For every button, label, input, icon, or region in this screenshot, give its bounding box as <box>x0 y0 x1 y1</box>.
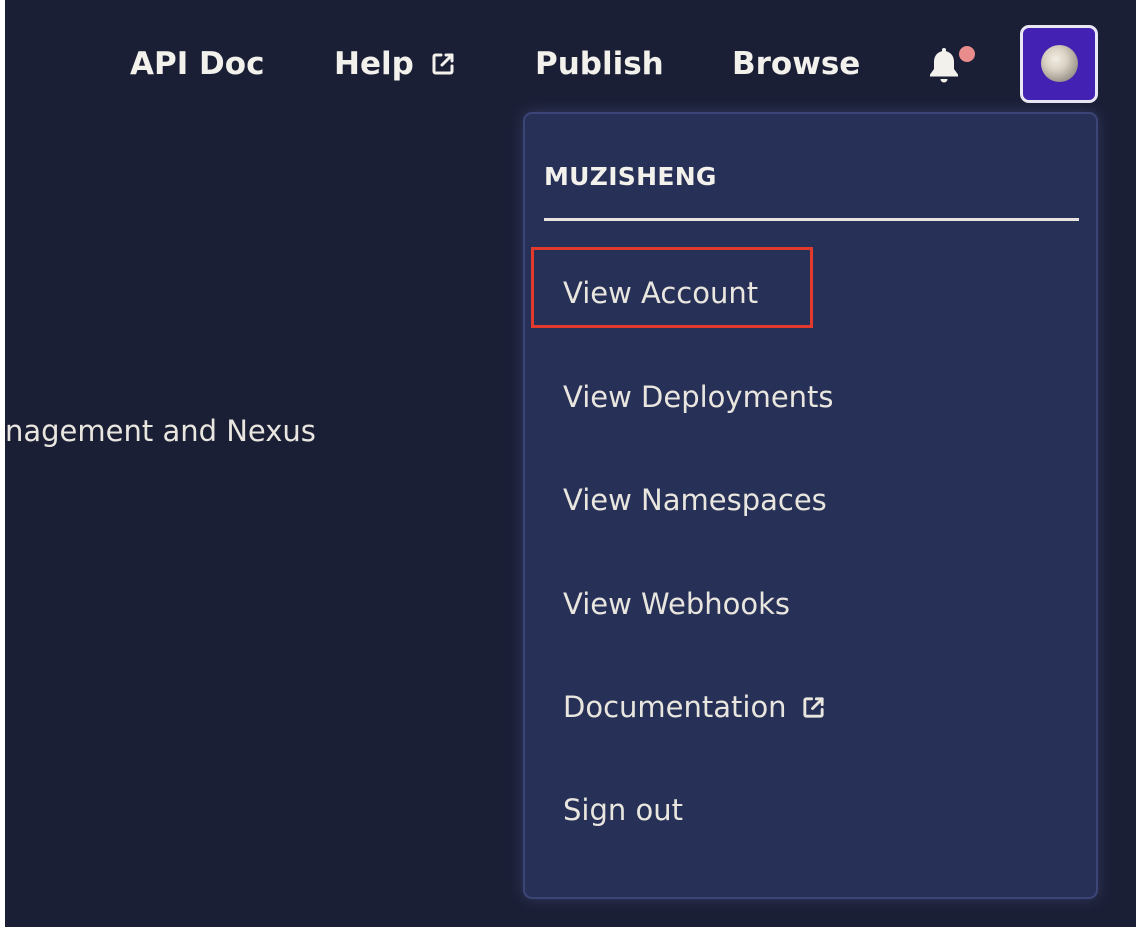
nav-api-doc-link[interactable]: API Doc <box>130 44 264 84</box>
avatar <box>1041 45 1078 82</box>
menu-item-view-account[interactable]: View Account <box>563 274 758 312</box>
menu-item-label: View Webhooks <box>563 587 791 621</box>
menu-item-label: Documentation <box>563 690 787 724</box>
notification-dot <box>959 46 975 62</box>
menu-item-label: View Namespaces <box>563 483 827 517</box>
nav-browse-label: Browse <box>732 46 861 82</box>
nav-publish-label: Publish <box>535 46 664 82</box>
menu-item-label: View Account <box>563 276 759 310</box>
nav-browse-link[interactable]: Browse <box>732 44 860 84</box>
bell-icon <box>930 48 958 83</box>
page-text-fragment: nagement and Nexus <box>5 414 316 448</box>
menu-item-label: Sign out <box>563 793 683 827</box>
dropdown-divider <box>544 218 1079 221</box>
menu-item-view-namespaces[interactable]: View Namespaces <box>563 481 827 519</box>
menu-item-view-webhooks[interactable]: View Webhooks <box>563 585 790 623</box>
external-link-icon <box>802 697 824 718</box>
menu-item-label: View Deployments <box>563 380 834 414</box>
menu-item-sign-out[interactable]: Sign out <box>563 791 683 829</box>
menu-item-view-deployments[interactable]: View Deployments <box>563 378 834 416</box>
user-menu-button[interactable] <box>1020 25 1098 103</box>
nav-help-link[interactable]: Help <box>334 44 456 84</box>
external-link-icon <box>432 53 454 75</box>
nav-help-label: Help <box>334 46 414 82</box>
user-dropdown-menu: MUZISHENG View Account View Deployments … <box>523 112 1098 899</box>
notifications-button[interactable] <box>924 46 976 86</box>
dropdown-username: MUZISHENG <box>544 162 717 191</box>
nav-api-doc-label: API Doc <box>130 46 265 82</box>
nav-publish-link[interactable]: Publish <box>535 44 664 84</box>
menu-item-documentation[interactable]: Documentation <box>563 688 826 726</box>
screen-edge-left <box>0 0 5 930</box>
